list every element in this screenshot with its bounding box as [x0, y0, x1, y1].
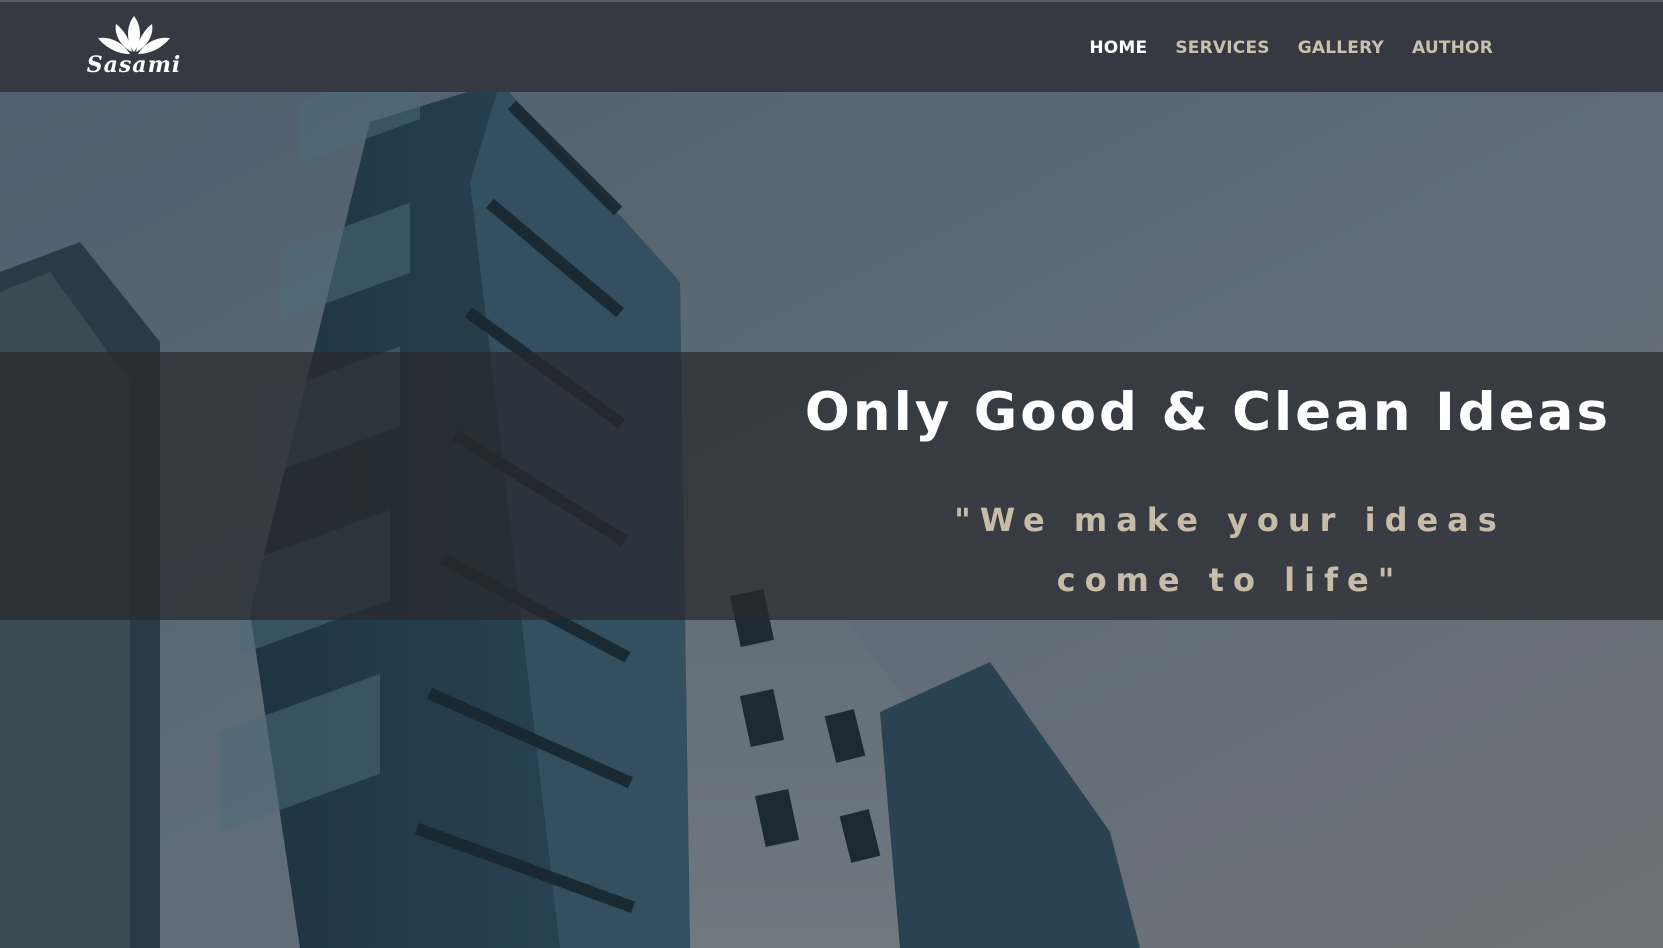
hero-tagline: "We make your ideas come to life" — [900, 490, 1560, 610]
nav-author[interactable]: AUTHOR — [1412, 38, 1493, 58]
hero-headline: Only Good & Clean Ideas — [804, 382, 1611, 443]
brand-name: Sasami — [86, 52, 182, 78]
hero-section: Only Good & Clean Ideas "We make your id… — [0, 92, 1663, 948]
top-navbar: Sasami HOME SERVICES GALLERY AUTHOR — [0, 0, 1663, 92]
nav-services[interactable]: SERVICES — [1175, 38, 1269, 58]
tagline-line-2: come to life" — [1056, 561, 1404, 599]
brand-logo[interactable]: Sasami — [84, 12, 184, 82]
tagline-line-1: "We make your ideas — [954, 501, 1506, 539]
nav-home[interactable]: HOME — [1089, 38, 1147, 58]
nav-gallery[interactable]: GALLERY — [1298, 38, 1384, 58]
main-nav: HOME SERVICES GALLERY AUTHOR — [1089, 38, 1493, 58]
